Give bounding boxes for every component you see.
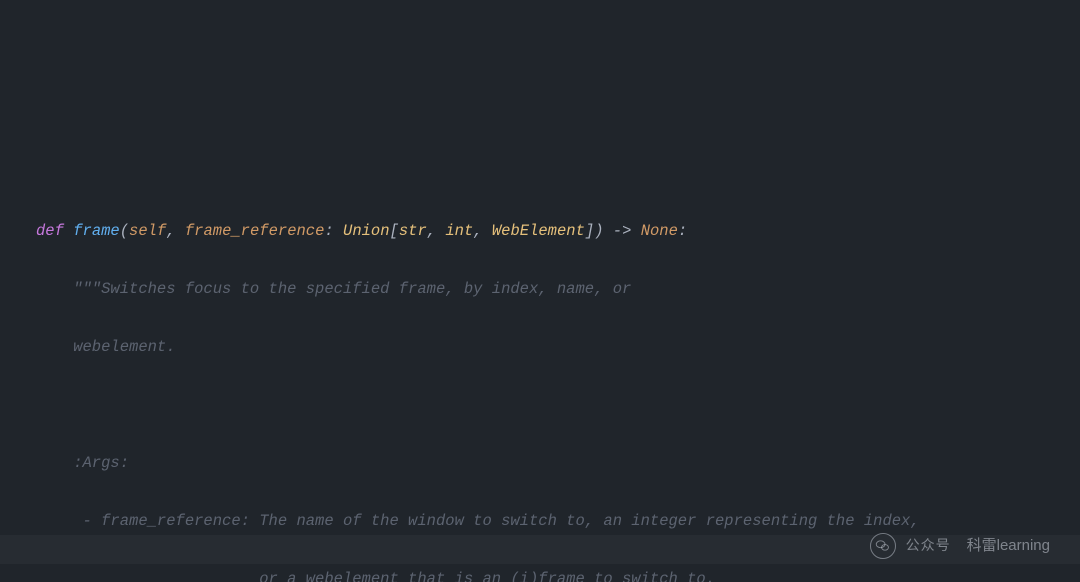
- docstring-line[interactable]: [36, 391, 1080, 420]
- wechat-icon: [870, 533, 896, 559]
- code-line[interactable]: def frame(self, frame_reference: Union[s…: [36, 217, 1080, 246]
- watermark: 公众号 科雷learning: [870, 531, 1050, 560]
- func-name: frame: [73, 222, 120, 240]
- watermark-author: 科雷learning: [967, 531, 1050, 560]
- param-frame-reference: frame_reference: [185, 222, 325, 240]
- keyword-def: def: [36, 222, 73, 240]
- type-webelement: WebElement: [492, 222, 585, 240]
- docstring-line[interactable]: :Args:: [36, 449, 1080, 478]
- return-none: None: [641, 222, 678, 240]
- docstring-line[interactable]: or a webelement that is an (i)frame to s…: [36, 565, 1080, 582]
- type-union: Union: [343, 222, 390, 240]
- param-self: self: [129, 222, 166, 240]
- type-str: str: [399, 222, 427, 240]
- docstring-line[interactable]: webelement.: [36, 333, 1080, 362]
- type-int: int: [445, 222, 473, 240]
- watermark-label: 公众号: [906, 531, 951, 560]
- docstring-line[interactable]: """Switches focus to the specified frame…: [36, 275, 1080, 304]
- code-editor[interactable]: def frame(self, frame_reference: Union[s…: [0, 174, 1080, 582]
